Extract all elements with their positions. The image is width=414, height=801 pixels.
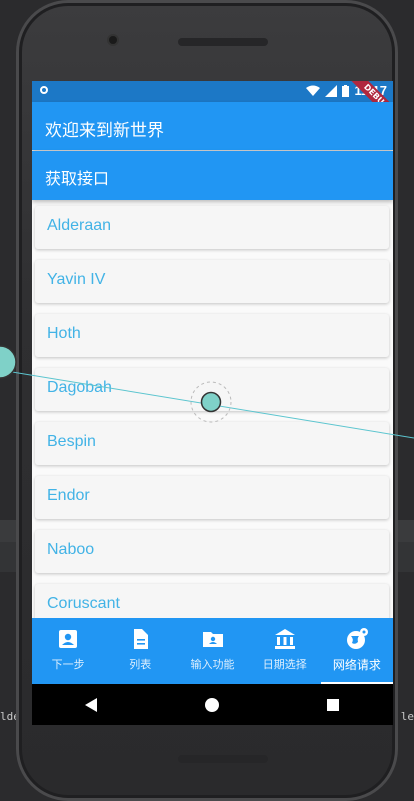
tab-input[interactable]: 输入功能 (176, 618, 248, 684)
list-item[interactable]: Alderaan (35, 206, 389, 249)
battery-icon (342, 84, 350, 97)
recents-button[interactable] (303, 684, 363, 725)
fetch-api-button[interactable]: 获取接口 (32, 151, 393, 200)
list-item[interactable]: Bespin (35, 422, 389, 465)
front-camera (109, 36, 117, 44)
home-circle-icon (205, 697, 220, 712)
notification-icon (40, 86, 48, 94)
planet-name: Alderaan (47, 217, 112, 234)
list-item[interactable]: Hoth (35, 314, 389, 357)
document-icon (134, 629, 149, 649)
recents-square-icon (326, 698, 339, 711)
tab-list[interactable]: 列表 (104, 618, 176, 684)
device-screen: 11:17 DEBUG 欢迎来到新世界 获取接口 Alderaan Yavin … (32, 81, 393, 725)
tab-label: 列表 (129, 658, 152, 671)
fetch-api-label: 获取接口 (45, 169, 110, 188)
public-network-icon (346, 628, 368, 649)
list-item[interactable]: Endor (35, 476, 389, 519)
tab-label: 日期选择 (262, 658, 307, 671)
bank-icon (274, 629, 295, 649)
bottom-speaker (178, 755, 268, 763)
home-button[interactable] (182, 684, 242, 725)
back-button[interactable] (62, 684, 122, 725)
app-bar: 欢迎来到新世界 (32, 102, 393, 150)
back-triangle-icon (85, 697, 98, 712)
system-navigation-bar (32, 684, 393, 725)
list-item[interactable]: Yavin IV (35, 260, 389, 303)
earpiece-speaker (178, 38, 268, 46)
contact-folder-icon (202, 632, 223, 647)
planet-name: Naboo (47, 541, 95, 558)
ide-text-right: le (400, 710, 414, 723)
planet-name: Bespin (47, 433, 96, 450)
signal-icon (325, 84, 338, 97)
planet-list[interactable]: Alderaan Yavin IV Hoth Dagobah Bespin En… (32, 201, 393, 618)
planet-name: Yavin IV (47, 271, 106, 288)
planet-name: Hoth (47, 325, 81, 342)
planet-name: Dagobah (47, 379, 112, 396)
wifi-icon (306, 85, 321, 96)
tab-label: 下一步 (51, 658, 85, 671)
planet-name: Endor (47, 487, 90, 504)
status-bar: 11:17 DEBUG (32, 81, 393, 126)
list-item[interactable]: Dagobah (35, 368, 389, 411)
page-title: 欢迎来到新世界 (45, 121, 164, 141)
touch-origin-marker (0, 345, 17, 379)
planet-name: Coruscant (47, 595, 120, 612)
list-item[interactable]: Naboo (35, 530, 389, 573)
bottom-navigation: 下一步 列表 输入功能 日期选择 网络请求 (32, 618, 393, 684)
tab-network-request[interactable]: 网络请求 (320, 618, 393, 684)
account-box-icon (59, 630, 78, 648)
tab-date-picker[interactable]: 日期选择 (249, 618, 321, 684)
list-item[interactable]: Coruscant (35, 584, 389, 618)
tab-label: 网络请求 (332, 658, 381, 672)
tab-next-step[interactable]: 下一步 (32, 618, 104, 684)
tab-label: 输入功能 (190, 658, 235, 671)
